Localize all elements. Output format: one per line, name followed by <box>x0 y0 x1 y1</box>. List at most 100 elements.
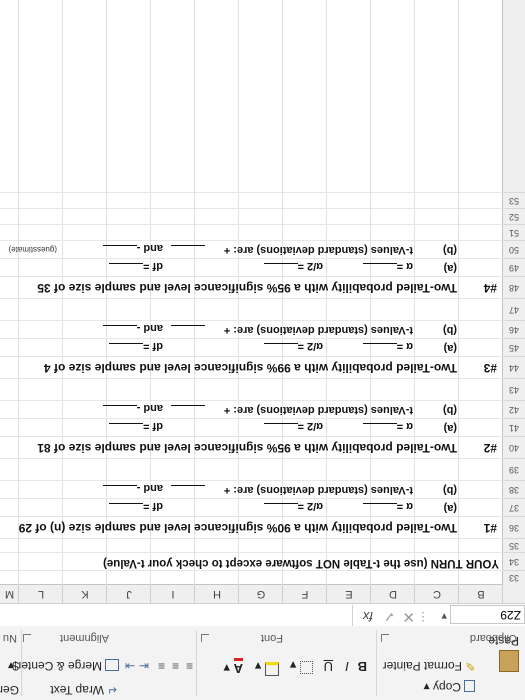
cancel-icon[interactable]: ✕ <box>402 608 415 626</box>
column-header[interactable]: D <box>370 585 415 603</box>
alpha-answer-blank[interactable] <box>362 423 397 434</box>
alpha-half-answer-blank[interactable] <box>263 343 298 354</box>
df-answer-blank[interactable] <box>109 343 144 354</box>
t-positive-answer-blank[interactable] <box>171 325 205 336</box>
row-header[interactable]: 33 <box>503 570 525 585</box>
alpha-half-field: α/2 = <box>263 340 323 354</box>
row-header[interactable]: 47 <box>503 298 525 321</box>
row-header[interactable]: 42 <box>503 400 525 419</box>
alignment-launcher[interactable] <box>23 634 31 642</box>
alpha-field: α = <box>362 340 413 354</box>
row-header[interactable]: 39 <box>503 458 525 481</box>
font-launcher[interactable] <box>201 634 209 642</box>
bold-button[interactable]: B <box>358 659 367 674</box>
column-header[interactable]: J <box>106 585 151 603</box>
alpha-label: α = <box>396 340 413 352</box>
df-answer-blank[interactable] <box>109 263 144 274</box>
part-b-label: (b) <box>442 404 457 416</box>
alpha-half-answer-blank[interactable] <box>263 263 298 274</box>
df-field: df = <box>109 340 163 354</box>
currency-button[interactable]: $ <box>12 659 19 673</box>
wrap-text-label: Wrap Text <box>50 683 104 697</box>
alpha-field: α = <box>362 260 413 274</box>
font-color-button[interactable]: A ▾ <box>223 658 243 676</box>
column-header[interactable]: G <box>238 585 283 603</box>
column-header[interactable]: M <box>0 585 19 603</box>
select-all-corner[interactable] <box>502 585 525 603</box>
merge-center-button[interactable]: Merge & Center ▾ <box>8 659 119 673</box>
df-label: df = <box>143 420 163 432</box>
problem-title: Two-Tailed probability with a 99% signif… <box>44 361 457 375</box>
df-answer-blank[interactable] <box>109 423 144 434</box>
number-format-select[interactable]: General <box>0 683 19 697</box>
row-header[interactable]: 45 <box>503 338 525 357</box>
t-negative-answer-blank[interactable] <box>102 485 137 496</box>
row-header[interactable]: 50 <box>503 240 525 259</box>
underline-button[interactable]: U <box>324 659 333 674</box>
number-group-label: Nu <box>2 632 17 644</box>
increase-indent-button[interactable]: ⇥ <box>125 659 135 674</box>
t-positive-answer-blank[interactable] <box>171 245 205 256</box>
borders-button[interactable]: ▾ <box>290 657 313 674</box>
column-header[interactable]: K <box>62 585 107 603</box>
font-color-icon: A <box>233 658 243 676</box>
column-header[interactable]: C <box>414 585 459 603</box>
row-header[interactable]: 38 <box>503 480 525 499</box>
worksheet-grid[interactable]: YOUR TURN (use the t-Table NOT software … <box>0 0 503 585</box>
column-header[interactable]: L <box>18 585 63 603</box>
row-header[interactable]: 46 <box>503 320 525 339</box>
row-header[interactable]: 37 <box>503 498 525 517</box>
row-header[interactable]: 40 <box>503 436 525 459</box>
alpha-answer-blank[interactable] <box>362 263 397 274</box>
row-header[interactable]: 36 <box>503 516 525 539</box>
name-box-dropdown[interactable]: ▾ <box>441 610 447 623</box>
t-negative-answer-blank[interactable] <box>102 325 137 336</box>
row-header[interactable]: 34 <box>503 552 525 571</box>
enter-icon[interactable]: ✓ <box>383 608 395 625</box>
decrease-indent-button[interactable]: ⇤ <box>139 659 149 674</box>
align-right-button[interactable]: ≡ <box>158 659 165 674</box>
alpha-answer-blank[interactable] <box>362 343 397 354</box>
column-header[interactable]: B <box>458 585 503 603</box>
fill-color-button[interactable]: ▾ <box>255 658 279 676</box>
align-center-button[interactable]: ≡ <box>172 659 179 674</box>
row-header[interactable]: 48 <box>503 276 525 299</box>
t-positive-answer-blank[interactable] <box>171 485 205 496</box>
row-header[interactable]: 51 <box>503 224 525 241</box>
align-left-button[interactable]: ≡ <box>186 659 193 674</box>
name-box[interactable]: Z29 <box>450 605 525 624</box>
column-header[interactable]: H <box>194 585 239 603</box>
column-headers: B C D E F G H I J K L M <box>0 584 525 603</box>
insert-function-button[interactable]: fx <box>363 609 373 624</box>
row-header[interactable]: 49 <box>503 258 525 277</box>
copy-button[interactable]: Copy ▾ <box>424 680 475 694</box>
df-answer-blank[interactable] <box>109 503 144 514</box>
row-header[interactable]: 41 <box>503 418 525 437</box>
format-painter-button[interactable]: ✎Format Painter <box>383 659 475 673</box>
t-negative-answer-blank[interactable] <box>102 405 137 416</box>
row-header[interactable]: 35 <box>503 538 525 553</box>
row-header[interactable]: 44 <box>503 356 525 379</box>
alpha-half-answer-blank[interactable] <box>263 503 298 514</box>
wrap-text-button[interactable]: ↵Wrap Text <box>50 683 117 697</box>
part-a-label: (a) <box>443 422 457 434</box>
row-header[interactable]: 43 <box>503 378 525 401</box>
part-a-label: (a) <box>443 342 457 354</box>
alpha-answer-blank[interactable] <box>362 503 397 514</box>
row-header[interactable]: 53 <box>503 192 525 209</box>
increase-indent-icon: ⇥ <box>124 659 135 673</box>
column-header[interactable]: I <box>150 585 195 603</box>
row-header[interactable]: 52 <box>503 208 525 225</box>
formula-input[interactable] <box>0 605 353 626</box>
t-negative-answer-blank[interactable] <box>102 245 137 256</box>
clipboard-launcher[interactable] <box>381 634 389 642</box>
column-header[interactable]: F <box>282 585 327 603</box>
italic-button[interactable]: I <box>345 659 349 674</box>
t-values-label: t-Values (standard deviations) are: + <box>223 244 413 256</box>
column-header[interactable]: E <box>326 585 371 603</box>
currency-icon: $ <box>12 659 19 673</box>
and-minus-label: and - <box>136 402 163 414</box>
alpha-half-answer-blank[interactable] <box>263 423 298 434</box>
t-positive-answer-blank[interactable] <box>171 405 205 416</box>
font-group-label: Font <box>260 632 283 644</box>
